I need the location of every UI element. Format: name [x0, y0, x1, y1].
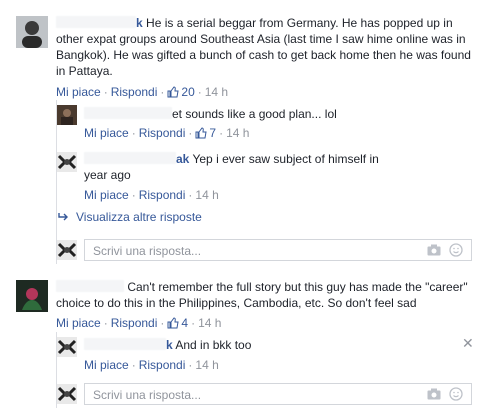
close-icon[interactable]: ✕	[462, 335, 474, 352]
reply-link[interactable]: Rispondi	[111, 85, 158, 99]
like-count[interactable]: 20	[167, 85, 195, 99]
timestamp[interactable]: 14 h	[195, 188, 218, 202]
like-link[interactable]: Mi piace	[84, 126, 129, 140]
avatar[interactable]	[57, 337, 77, 357]
reply-author-name[interactable]: ak	[84, 152, 189, 166]
reply-input[interactable]	[91, 387, 395, 403]
camera-icon[interactable]	[427, 244, 441, 256]
avatar	[57, 384, 77, 404]
like-link[interactable]: Mi piace	[84, 188, 129, 202]
reply-link[interactable]: Rispondi	[139, 188, 186, 202]
avatar[interactable]	[16, 16, 48, 48]
reply-arrow-icon	[58, 213, 68, 221]
timestamp[interactable]: 14 h	[205, 85, 228, 99]
more-replies-link[interactable]: Visualizza altre risposte	[58, 210, 202, 224]
reply-link[interactable]: Rispondi	[139, 358, 186, 372]
smiley-icon[interactable]	[449, 243, 463, 257]
reply-text: et sounds like a good plan... lol	[172, 107, 337, 121]
avatar[interactable]	[57, 152, 77, 172]
like-count[interactable]: 7	[195, 126, 216, 140]
comment-author-name[interactable]	[56, 280, 124, 294]
avatar[interactable]	[57, 105, 77, 125]
reply-link[interactable]: Rispondi	[139, 126, 186, 140]
camera-icon[interactable]	[427, 388, 441, 400]
like-link[interactable]: Mi piace	[56, 316, 101, 330]
like-icon	[195, 127, 207, 139]
smiley-icon[interactable]	[449, 387, 463, 401]
comment-author-name[interactable]: k	[56, 16, 143, 30]
reply-link[interactable]: Rispondi	[111, 316, 158, 330]
reply-text: And in bkk too	[175, 338, 252, 352]
like-link[interactable]: Mi piace	[56, 85, 101, 99]
timestamp[interactable]: 14 h	[198, 316, 221, 330]
like-icon	[167, 86, 179, 98]
avatar	[57, 240, 77, 260]
like-count[interactable]: 4	[167, 316, 188, 330]
timestamp[interactable]: 14 h	[226, 126, 249, 140]
reply-author-name[interactable]: k	[84, 338, 173, 352]
reply-input[interactable]	[91, 243, 395, 259]
reply-author-name[interactable]	[84, 107, 172, 121]
avatar[interactable]	[16, 280, 48, 312]
timestamp[interactable]: 14 h	[195, 358, 218, 372]
like-icon	[167, 317, 179, 329]
like-link[interactable]: Mi piace	[84, 358, 129, 372]
reply-input-box[interactable]	[84, 383, 472, 405]
reply-input-box[interactable]	[84, 239, 472, 261]
